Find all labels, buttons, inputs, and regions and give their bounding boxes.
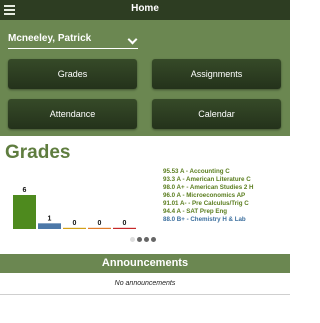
course-grade-item[interactable]: 96.0 A - Microeconomics AP bbox=[163, 192, 288, 200]
course-grade-item[interactable]: 95.53 A - Accounting C bbox=[163, 168, 288, 176]
course-grade-item[interactable]: 93.3 A - American Literature C bbox=[163, 176, 288, 184]
grade-bar-d[interactable] bbox=[88, 227, 111, 229]
grade-distribution-chart[interactable]: 6 1 0 0 0 bbox=[0, 168, 160, 238]
course-grade-item[interactable]: 91.01 A- - Pre Calculus/Trig C bbox=[163, 200, 288, 208]
pager-dot[interactable] bbox=[137, 237, 142, 242]
no-announcements-text: No announcements bbox=[114, 280, 176, 287]
bar-value-label: 0 bbox=[123, 220, 127, 227]
bar-value-label: 1 bbox=[48, 215, 52, 222]
pager-dot[interactable] bbox=[130, 237, 135, 242]
course-grade-item[interactable]: 88.0 B+ - Chemistry H & Lab bbox=[163, 216, 288, 224]
bar-value-label: 6 bbox=[23, 187, 27, 194]
top-bar: Home bbox=[0, 0, 290, 20]
student-panel: Mcneeley, Patrick Grades Assignments Att… bbox=[0, 20, 290, 136]
announcements-header: Announcements bbox=[0, 254, 290, 273]
bar-value-label: 0 bbox=[73, 220, 77, 227]
grade-bar-a[interactable] bbox=[13, 195, 36, 229]
student-selector[interactable]: Mcneeley, Patrick bbox=[8, 33, 138, 49]
course-grade-item[interactable]: 98.0 A+ - American Studies 2 H bbox=[163, 184, 288, 192]
course-grade-list: 95.53 A - Accounting C 93.3 A - American … bbox=[163, 168, 288, 224]
bar-value-label: 0 bbox=[98, 220, 102, 227]
course-grade-item[interactable]: 94.4 A - SAT Prep Eng bbox=[163, 208, 288, 216]
grade-bar-c[interactable] bbox=[63, 227, 86, 229]
announcements-body: No announcements bbox=[0, 273, 290, 295]
attendance-button[interactable]: Attendance bbox=[8, 99, 137, 129]
pager-dot[interactable] bbox=[144, 237, 149, 242]
announcements-title: Announcements bbox=[101, 257, 189, 269]
page-title: Home bbox=[131, 3, 159, 14]
grades-heading: Grades bbox=[5, 142, 71, 163]
chevron-down-icon bbox=[127, 34, 138, 45]
pager-dot[interactable] bbox=[151, 237, 156, 242]
grades-button[interactable]: Grades bbox=[8, 59, 137, 89]
chart-pager[interactable] bbox=[130, 237, 160, 243]
assignments-button[interactable]: Assignments bbox=[152, 59, 281, 89]
grade-bar-b[interactable] bbox=[38, 223, 61, 229]
grade-bar-f[interactable] bbox=[113, 227, 136, 229]
calendar-button[interactable]: Calendar bbox=[152, 99, 281, 129]
student-name: Mcneeley, Patrick bbox=[8, 33, 92, 44]
